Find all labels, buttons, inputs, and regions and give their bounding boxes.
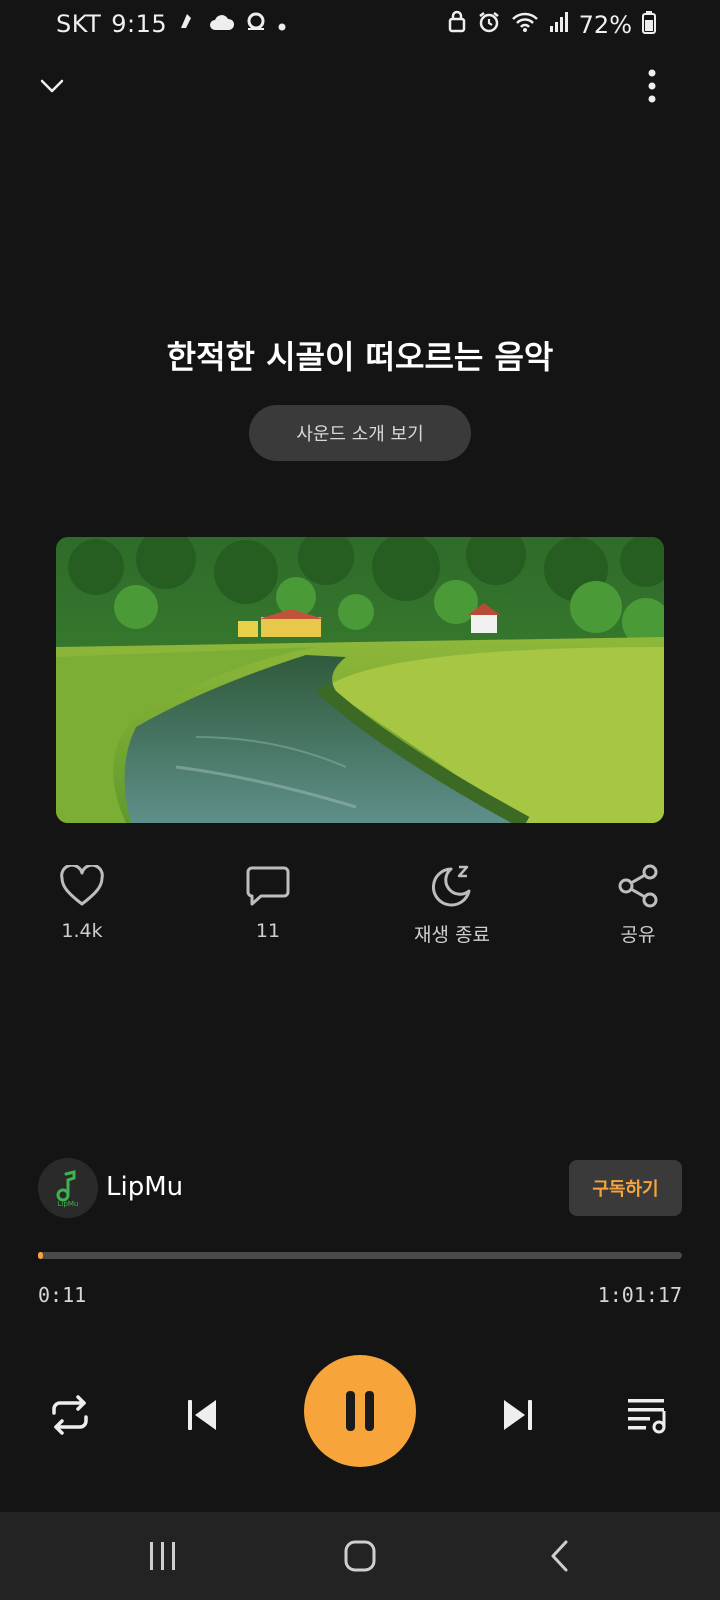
svg-text:LipMu: LipMu: [58, 1200, 79, 1208]
comment-count: 11: [255, 920, 281, 942]
playlist-icon: [628, 1399, 666, 1434]
notification-icon: [177, 10, 199, 38]
heart-icon: [60, 865, 104, 906]
playlist-button[interactable]: [616, 1383, 680, 1447]
back-button[interactable]: [530, 1532, 590, 1580]
sleep-timer-action[interactable]: 재생 종료: [382, 860, 522, 947]
total-time: 1:01:17: [597, 1283, 682, 1307]
collapse-button[interactable]: [28, 62, 76, 110]
status-right: 72%: [447, 10, 656, 40]
album-art: [56, 537, 664, 823]
cloud-icon: [209, 10, 235, 38]
home-icon: [344, 1540, 376, 1572]
moon-icon: [431, 865, 471, 907]
repeat-button[interactable]: [38, 1383, 102, 1447]
share-action[interactable]: 공유: [568, 860, 708, 947]
record-icon: [245, 10, 267, 38]
channel-avatar[interactable]: LipMu: [38, 1158, 98, 1218]
back-icon: [551, 1540, 568, 1572]
battery-level: 72%: [578, 11, 632, 39]
lock-icon: [447, 10, 467, 40]
repeat-icon: [52, 1395, 88, 1435]
navigation-bar: [0, 1512, 720, 1600]
pause-icon: [346, 1391, 374, 1431]
carrier-label: SKT: [56, 10, 102, 38]
share-label: 공유: [620, 924, 656, 946]
recent-apps-icon: [150, 1542, 175, 1570]
alarm-icon: [477, 10, 501, 40]
skip-previous-icon: [188, 1400, 216, 1430]
more-options-button[interactable]: [628, 62, 676, 110]
status-bar: SKT 9:15 72%: [0, 0, 720, 54]
dot-icon: [277, 10, 287, 38]
subscribe-button[interactable]: 구독하기: [569, 1160, 682, 1216]
battery-icon: [642, 10, 656, 40]
clock: 9:15: [111, 10, 168, 38]
comment-action[interactable]: 11: [198, 860, 338, 942]
previous-button[interactable]: [170, 1383, 234, 1447]
like-action[interactable]: 1.4k: [12, 860, 152, 942]
like-count: 1.4k: [61, 920, 103, 942]
next-button[interactable]: [486, 1383, 550, 1447]
more-vertical-icon: [648, 69, 656, 103]
wifi-icon: [511, 11, 539, 39]
elapsed-time: 0:11: [38, 1283, 87, 1307]
skip-next-icon: [504, 1400, 532, 1430]
progress-bar[interactable]: [38, 1252, 682, 1259]
progress-fill: [38, 1252, 43, 1259]
pause-button[interactable]: [304, 1355, 416, 1467]
channel-name[interactable]: LipMu: [106, 1172, 183, 1202]
share-icon: [618, 864, 658, 908]
status-left: SKT 9:15: [56, 10, 287, 38]
recent-apps-button[interactable]: [133, 1532, 193, 1580]
lipmu-logo-icon: LipMu: [56, 1170, 79, 1208]
home-button[interactable]: [330, 1532, 390, 1580]
sound-intro-button[interactable]: 사운드 소개 보기: [249, 405, 471, 461]
signal-icon: [549, 11, 569, 39]
comment-icon: [246, 866, 290, 906]
sleep-timer-label: 재생 종료: [414, 924, 490, 946]
track-title: 한적한 시골이 떠오르는 음악: [166, 338, 554, 376]
chevron-down-icon: [40, 79, 64, 93]
